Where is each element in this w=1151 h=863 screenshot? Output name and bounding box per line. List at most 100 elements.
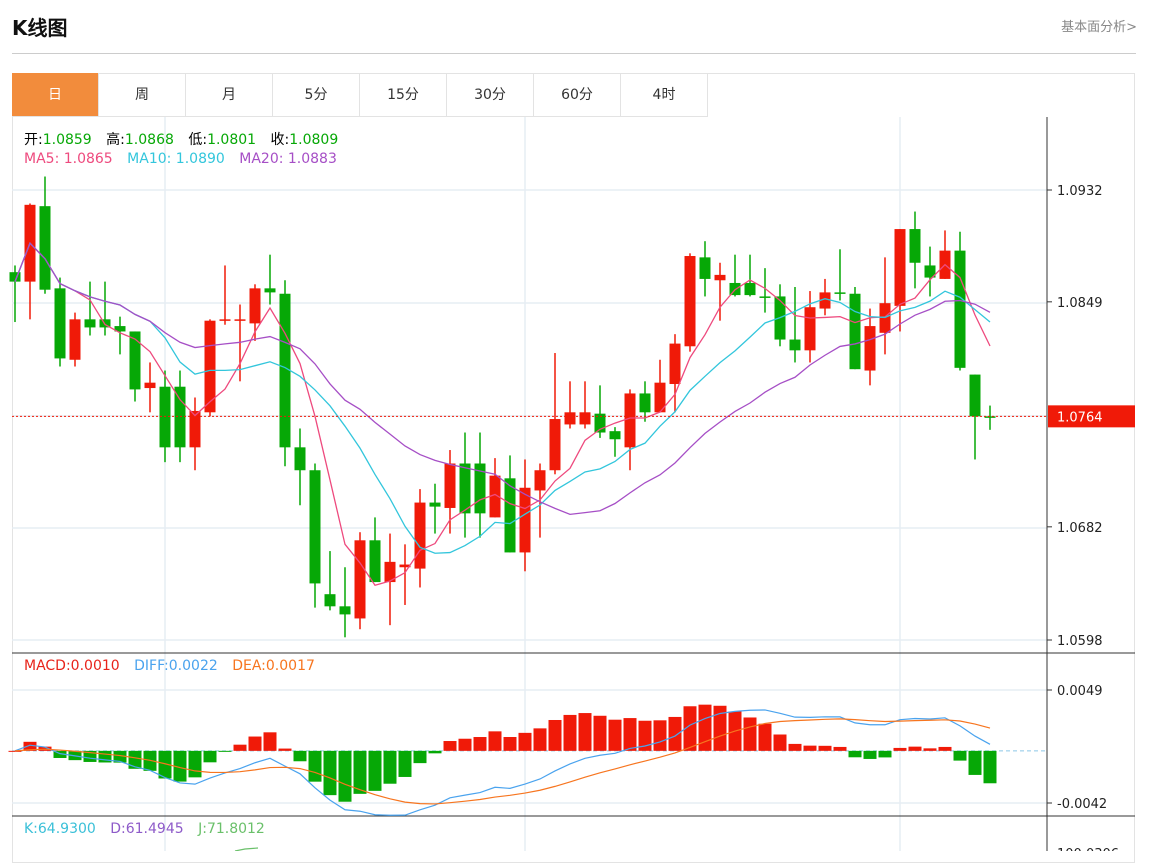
candle-down — [369, 540, 381, 583]
low-label: 低: — [188, 132, 208, 148]
candle-up — [804, 307, 816, 351]
candle-down — [294, 447, 306, 471]
macd-bar — [218, 750, 232, 752]
candle-up — [714, 274, 726, 281]
macd-bar — [908, 746, 922, 751]
macd-bar — [518, 732, 532, 751]
kline-chart[interactable]: 1.0932 1.0849 1.0682 1.0598 1.0764 0.0049 -0.0… — [0, 0, 1151, 851]
candle-down — [849, 293, 861, 370]
candle-up — [564, 412, 576, 425]
ohlc-legend: 开:1.0859 高:1.0868 低:1.0801 收:1.0809 — [24, 129, 348, 149]
macd-bar — [308, 750, 322, 782]
low-value: 1.0801 — [207, 132, 257, 148]
candle-up — [669, 343, 681, 385]
macd-bar — [863, 750, 877, 759]
candle-up — [519, 487, 531, 553]
ma20-value: MA20: 1.0883 — [239, 151, 337, 167]
candle-down — [429, 502, 441, 507]
macd-bar — [533, 728, 547, 751]
macd-bar — [443, 741, 457, 751]
macd-bar — [263, 732, 277, 751]
macd-value: MACD:0.0010 — [24, 658, 120, 674]
candle-down — [789, 339, 801, 351]
candle-down — [969, 374, 981, 417]
macd-bar — [353, 750, 367, 794]
macd-bar — [938, 746, 952, 751]
candle-up — [549, 419, 561, 471]
candle-down — [309, 470, 321, 584]
macd-bar — [833, 746, 847, 751]
candle-up — [624, 393, 636, 448]
price-tick-label: 1.0682 — [1057, 521, 1103, 536]
k-value: K:64.9300 — [24, 821, 96, 837]
macd-bar — [488, 731, 502, 751]
price-tick-label: 1.0598 — [1057, 634, 1103, 649]
close-label: 收: — [270, 132, 290, 148]
dea-value: DEA:0.0017 — [232, 658, 315, 674]
ma10-value: MA10: 1.0890 — [127, 151, 225, 167]
candle-down — [609, 431, 621, 440]
candle-down — [339, 606, 351, 615]
macd-bar — [128, 750, 142, 769]
candle-down — [129, 331, 141, 390]
macd-bar — [788, 743, 802, 751]
macd-bar — [968, 750, 982, 775]
candle-down — [759, 296, 771, 298]
macd-bar — [953, 750, 967, 761]
candle-down — [39, 206, 51, 290]
candle-down — [264, 288, 276, 293]
macd-tick-label: 0.0049 — [1057, 684, 1103, 699]
ma20-line — [14, 242, 991, 516]
macd-legend: MACD:0.0010 DIFF:0.0022 DEA:0.0017 — [24, 658, 325, 674]
close-value: 1.0809 — [289, 132, 339, 148]
high-value: 1.0868 — [124, 132, 174, 148]
macd-bar — [818, 745, 832, 751]
high-label: 高: — [106, 132, 125, 148]
price-tick-label: 1.0849 — [1057, 296, 1103, 311]
macd-bar — [848, 750, 862, 758]
macd-bar — [323, 750, 337, 796]
macd-bar — [743, 717, 757, 751]
candle-down — [504, 478, 516, 553]
macd-bar — [758, 723, 772, 751]
macd-bar — [623, 718, 637, 751]
diff-value: DIFF:0.0022 — [134, 658, 218, 674]
candle-down — [639, 393, 651, 413]
macd-bar — [203, 750, 217, 763]
candle-down — [459, 463, 471, 514]
ma-legend: MA5: 1.0865 MA10: 1.0890 MA20: 1.0883 — [24, 151, 347, 167]
candle-down — [909, 229, 921, 263]
candle-up — [69, 319, 81, 360]
macd-bar — [923, 748, 937, 751]
macd-bar — [578, 713, 592, 751]
macd-bar — [398, 750, 412, 777]
candle-down — [84, 319, 96, 328]
candle-up — [579, 412, 591, 425]
candle-down — [54, 288, 66, 359]
macd-bar — [803, 745, 817, 751]
macd-bar — [383, 750, 397, 784]
open-label: 开: — [24, 132, 43, 148]
macd-bar — [893, 747, 907, 751]
j-value: J:71.8012 — [198, 821, 265, 837]
macd-bar — [248, 736, 262, 751]
candle-up — [894, 229, 906, 306]
macd-bar — [413, 750, 427, 764]
macd-bar — [368, 750, 382, 791]
candle-up — [354, 540, 366, 619]
candle-down — [324, 594, 336, 607]
candle-up — [234, 319, 246, 321]
candle-up — [414, 502, 426, 569]
candle-down — [954, 250, 966, 368]
price-tick-label: 1.0932 — [1057, 184, 1103, 199]
candle-up — [144, 382, 156, 389]
macd-bar — [458, 738, 472, 751]
macd-bar — [428, 750, 442, 754]
macd-bar — [233, 744, 247, 751]
macd-bar — [593, 715, 607, 751]
macd-bar — [983, 750, 997, 784]
ma5-value: MA5: 1.0865 — [24, 151, 113, 167]
macd-bar — [293, 750, 307, 762]
kdj-legend: K:64.9300 D:61.4945 J:71.8012 — [24, 821, 275, 837]
macd-bar — [503, 737, 517, 751]
